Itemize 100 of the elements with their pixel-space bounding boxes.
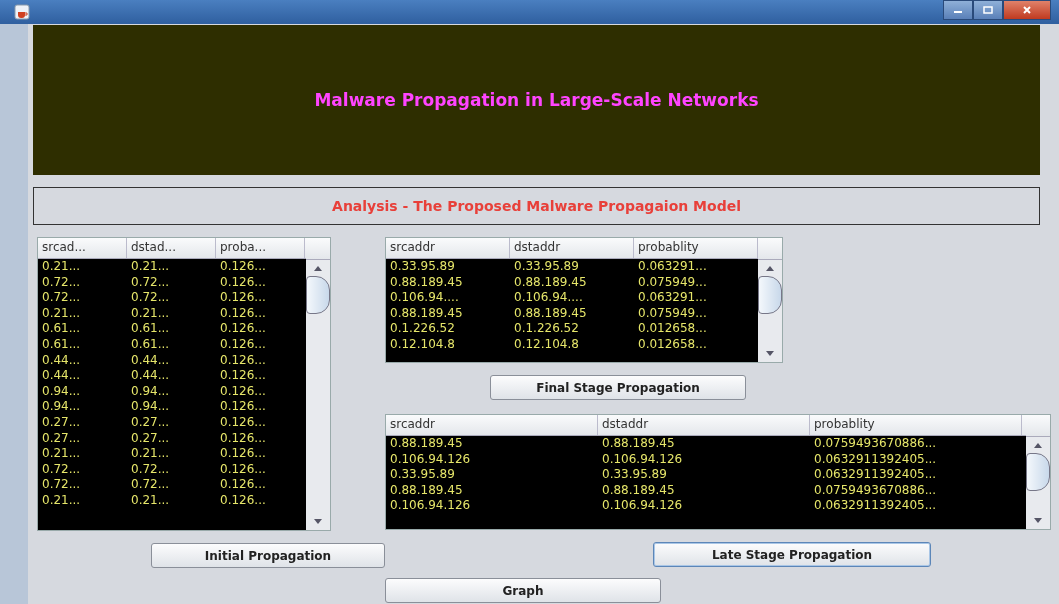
table-cell-text: 0.21... <box>130 259 171 275</box>
table-cell-text: 0.72... <box>41 477 82 493</box>
table-cell-text: 0.126... <box>219 492 267 509</box>
scroll-up-icon[interactable] <box>765 264 775 272</box>
column-header[interactable]: dstad... <box>127 238 216 258</box>
initial-propagation-button[interactable]: Initial Propagation <box>151 543 385 568</box>
table-cell-text: 0.33.95.89 <box>389 467 456 483</box>
table-cell-text: 0.72... <box>130 477 171 493</box>
cup-icon <box>14 4 30 20</box>
column-header[interactable]: srcaddr <box>386 238 510 258</box>
scrollbar[interactable] <box>306 238 330 530</box>
scroll-thumb[interactable] <box>758 276 782 314</box>
final-stage-propagation-button[interactable]: Final Stage Propagation <box>490 375 746 400</box>
table-cell-text: 0.106.94.126 <box>389 498 472 514</box>
table-cell-text: 0.075949... <box>637 274 708 291</box>
table-cell-text: 0.075949... <box>637 305 708 322</box>
table-cell-text: 0.126... <box>219 321 267 337</box>
scrollbar[interactable] <box>758 238 782 362</box>
table-cell-text: 0.21... <box>130 446 171 462</box>
column-header[interactable]: srcad... <box>38 238 127 258</box>
table-cell-text: 0.21... <box>130 305 171 322</box>
close-button[interactable] <box>1003 0 1051 20</box>
table-cell-text: 0.0759493670886... <box>813 482 938 499</box>
table-cell-text: 0.0632911392405... <box>813 451 938 468</box>
table-cell-text: 0.126... <box>219 477 267 493</box>
table-cell-text: 0.106.94.... <box>389 290 460 306</box>
table-cell-text: 0.126... <box>219 368 267 384</box>
graph-button[interactable]: Graph <box>385 578 661 603</box>
table-cell-text: 0.88.189.45 <box>389 482 464 499</box>
table-cell-text: 0.88.189.45 <box>389 305 464 322</box>
table-cell-text: 0.126... <box>219 446 267 462</box>
column-header[interactable]: dstaddr <box>510 238 634 258</box>
app-title: Malware Propagation in Large-Scale Networks <box>314 90 759 110</box>
table-cell-text: 0.012658... <box>637 336 708 353</box>
table-cell-text: 0.72... <box>41 461 82 478</box>
table-cell-text: 0.106.94.... <box>513 290 584 306</box>
scroll-down-icon[interactable] <box>313 518 323 526</box>
table-cell-text: 0.21... <box>41 259 82 275</box>
subtitle: Analysis - The Proposed Malware Propagaion Model <box>332 198 741 214</box>
scroll-down-icon[interactable] <box>765 350 775 358</box>
table-cell-text: 0.61... <box>130 336 171 353</box>
table-cell-text: 0.72... <box>41 274 82 291</box>
scrollbar[interactable] <box>1026 415 1050 529</box>
table-cell-text: 0.88.189.45 <box>513 274 588 291</box>
table-cell-text: 0.126... <box>219 352 267 369</box>
table-cell-text: 0.12.104.8 <box>389 336 456 353</box>
table-cell-text: 0.33.95.89 <box>601 467 668 483</box>
table-cell-text: 0.27... <box>41 430 82 447</box>
table-cell-text: 0.21... <box>130 492 171 509</box>
table-cell-text: 0.44... <box>130 352 171 369</box>
table-cell-text: 0.61... <box>130 321 171 337</box>
table-cell-text: 0.106.94.126 <box>601 451 684 468</box>
column-header[interactable]: proba... <box>216 238 305 258</box>
table-cell-text: 0.94... <box>41 399 82 415</box>
table-cell-text: 0.27... <box>130 430 171 447</box>
table-cell-text: 0.0759493670886... <box>813 436 938 452</box>
table-cell-text: 0.88.189.45 <box>601 436 676 452</box>
table-cell-text: 0.33.95.89 <box>513 259 580 275</box>
scroll-thumb[interactable] <box>306 276 330 314</box>
table-cell-text: 0.88.189.45 <box>513 305 588 322</box>
table-cell-text: 0.21... <box>41 305 82 322</box>
close-icon <box>1022 5 1032 15</box>
table-cell-text: 0.126... <box>219 274 267 291</box>
table-cell-text: 0.106.94.126 <box>389 451 472 468</box>
table-cell-text: 0.94... <box>41 383 82 400</box>
table-cell-text: 0.21... <box>41 492 82 509</box>
scroll-up-icon[interactable] <box>313 264 323 272</box>
table-cell-text: 0.72... <box>130 290 171 306</box>
table-cell-text: 0.126... <box>219 461 267 478</box>
scroll-up-icon[interactable] <box>1033 441 1043 449</box>
table-cell-text: 0.72... <box>130 274 171 291</box>
minimize-button[interactable] <box>943 0 973 20</box>
table-cell-text: 0.12.104.8 <box>513 336 580 353</box>
table-cell-text: 0.126... <box>219 290 267 306</box>
table-cell-text: 0.1.226.52 <box>513 321 580 337</box>
table-cell-text: 0.126... <box>219 430 267 447</box>
table-cell-text: 0.0632911392405... <box>813 498 938 514</box>
column-header[interactable]: probablity <box>810 415 1022 435</box>
table-cell-text: 0.44... <box>130 368 171 384</box>
late-stage-propagation-button[interactable]: Late Stage Propagation <box>653 542 931 567</box>
table-cell-text: 0.44... <box>41 368 82 384</box>
table-cell-text: 0.94... <box>130 383 171 400</box>
table-cell-text: 0.27... <box>130 414 171 431</box>
maximize-button[interactable] <box>973 0 1003 20</box>
scroll-thumb[interactable] <box>1026 453 1050 491</box>
table-cell-text: 0.106.94.126 <box>601 498 684 514</box>
column-header[interactable]: srcaddr <box>386 415 598 435</box>
table-cell-text: 0.126... <box>219 336 267 353</box>
table-cell-text: 0.1.226.52 <box>389 321 456 337</box>
column-header[interactable]: dstaddr <box>598 415 810 435</box>
table-cell-text: 0.012658... <box>637 321 708 337</box>
table-cell-text: 0.61... <box>41 321 82 337</box>
scroll-down-icon[interactable] <box>1033 517 1043 525</box>
table-cell-text: 0.126... <box>219 414 267 431</box>
table-cell-text: 0.27... <box>41 414 82 431</box>
table-cell-text: 0.88.189.45 <box>389 436 464 452</box>
table-cell-text: 0.063291... <box>637 259 708 275</box>
table-cell-text: 0.126... <box>219 399 267 415</box>
table-cell-text: 0.72... <box>41 290 82 306</box>
maximize-icon <box>983 5 993 15</box>
